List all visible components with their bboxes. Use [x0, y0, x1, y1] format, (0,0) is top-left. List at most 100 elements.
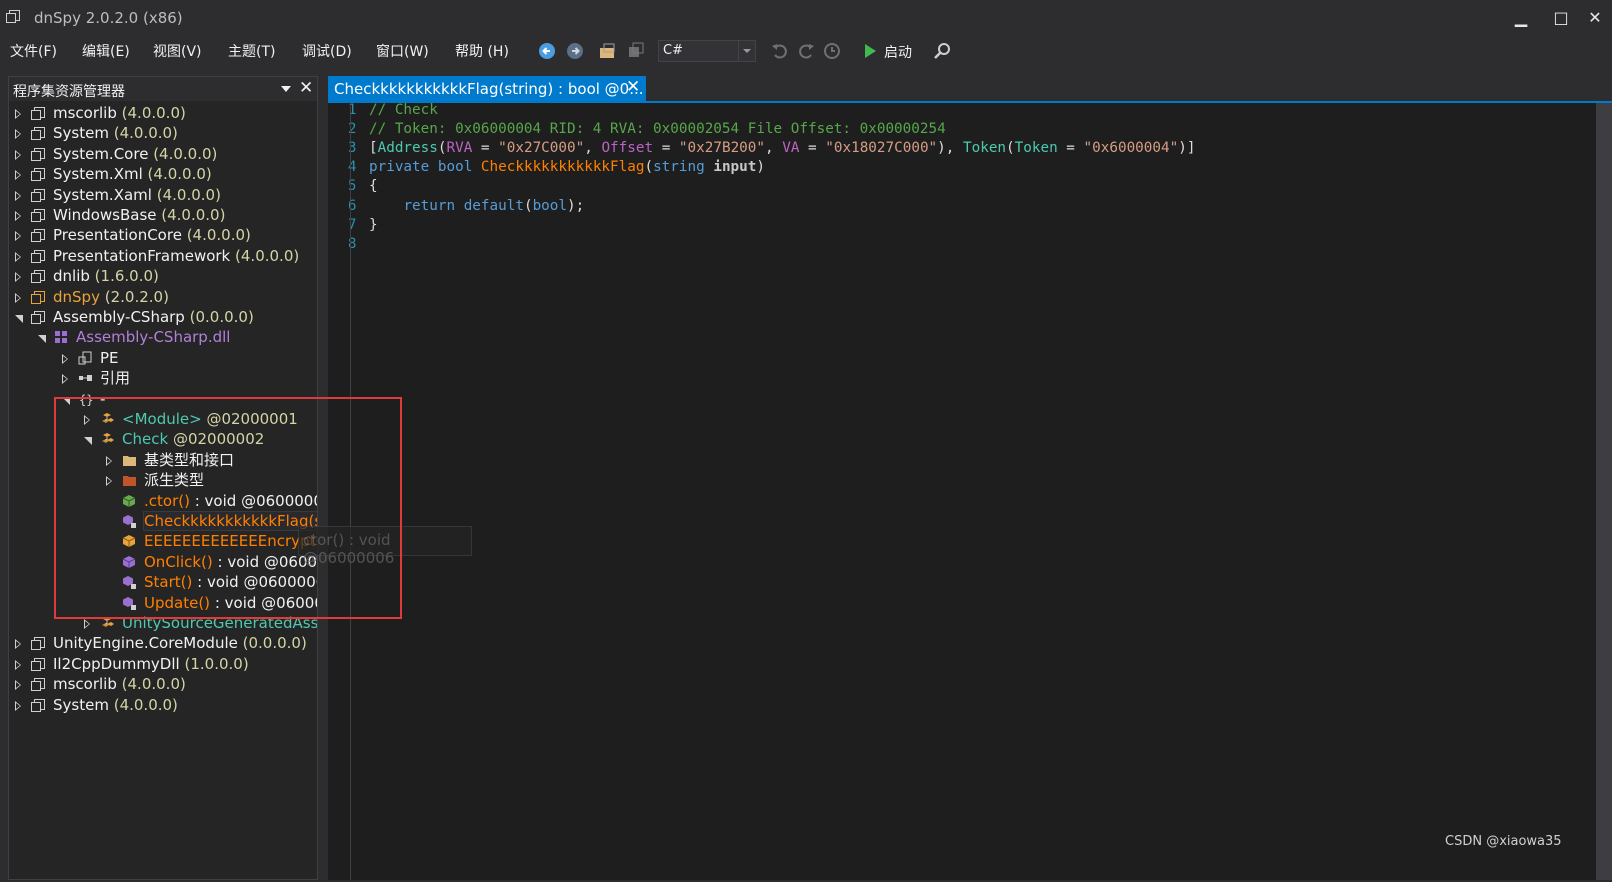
- save-all-icon[interactable]: [626, 41, 646, 61]
- code-line: }: [369, 217, 378, 233]
- chevron-down-icon[interactable]: [738, 41, 755, 61]
- collapsed-arrow-icon[interactable]: [15, 190, 21, 201]
- collapsed-arrow-icon[interactable]: [62, 374, 68, 385]
- pe-icon: [78, 351, 93, 366]
- title-bar: dnSpy 2.0.2.0 (x86) ▁ □ ✕: [0, 0, 1612, 36]
- collapsed-arrow-icon[interactable]: [62, 353, 68, 364]
- tree-node-name: Il2CppDummyDll: [53, 654, 180, 673]
- minimize-button[interactable]: ▁: [1506, 4, 1536, 32]
- tab-close-button[interactable]: ✕: [626, 77, 640, 97]
- menu-theme[interactable]: 主题(T): [228, 41, 275, 61]
- panel-close-button[interactable]: ✕: [299, 78, 313, 98]
- watermark: CSDN @xiaowa35: [1445, 834, 1562, 849]
- tree-node[interactable]: System.Core (4.0.0.0): [9, 144, 317, 165]
- tree-node-name: Assembly-CSharp: [53, 308, 185, 326]
- tree-node[interactable]: dnlib (1.6.0.0): [9, 266, 317, 287]
- collapsed-arrow-icon[interactable]: [15, 231, 21, 242]
- tree-node-name: mscorlib: [53, 675, 117, 694]
- menu-help[interactable]: 帮助 (H): [455, 41, 509, 61]
- expanded-arrow-icon[interactable]: [38, 335, 46, 344]
- tree-node[interactable]: System.Xml (4.0.0.0): [9, 164, 317, 185]
- history-icon[interactable]: [822, 41, 842, 61]
- close-button[interactable]: ✕: [1580, 4, 1610, 32]
- menu-view[interactable]: 视图(V): [153, 41, 202, 61]
- collapsed-arrow-icon[interactable]: [15, 700, 21, 711]
- collapsed-arrow-icon[interactable]: [15, 109, 21, 119]
- tree-node-name: System.Core: [53, 144, 149, 163]
- start-debug-icon[interactable]: [860, 41, 880, 61]
- start-debug-label[interactable]: 启动: [884, 42, 912, 62]
- tree-node[interactable]: PresentationCore (4.0.0.0): [9, 225, 317, 246]
- tree-node-name: System: [53, 124, 109, 143]
- asm-icon: [31, 126, 46, 141]
- tree-node-version: (1.0.0.0): [184, 654, 249, 673]
- collapsed-arrow-icon[interactable]: [15, 659, 21, 670]
- expanded-arrow-icon[interactable]: [15, 315, 23, 323]
- code-editor[interactable]: 1 2 3 4 5 6 7 8 // Check// Token: 0x0600…: [328, 102, 1612, 880]
- asm-icon: [31, 208, 46, 223]
- language-select-value: C#: [663, 43, 683, 58]
- collapsed-arrow-icon[interactable]: [15, 639, 21, 650]
- collapsed-arrow-icon[interactable]: [15, 149, 21, 160]
- collapsed-arrow-icon[interactable]: [15, 170, 21, 181]
- collapsed-arrow-icon[interactable]: [15, 251, 21, 262]
- asm-icon: [31, 677, 46, 692]
- collapsed-arrow-icon[interactable]: [15, 292, 21, 303]
- tab-label: CheckkkkkkkkkkkFlag(string) : bool @0...: [334, 80, 644, 98]
- window-title: dnSpy 2.0.2.0 (x86): [34, 9, 183, 27]
- tree-node[interactable]: PE: [9, 348, 317, 369]
- asm-icon: [31, 310, 46, 325]
- collapsed-arrow-icon[interactable]: [15, 129, 21, 140]
- tree-node-version: (4.0.0.0): [235, 246, 300, 265]
- tree-node[interactable]: dnSpy (2.0.2.0): [9, 287, 317, 308]
- tree-node[interactable]: mscorlib (4.0.0.0): [9, 674, 317, 695]
- tree-node[interactable]: mscorlib (4.0.0.0): [9, 103, 317, 124]
- tree-node-version: (4.0.0.0): [113, 695, 178, 714]
- tree-node-version: (4.0.0.0): [121, 104, 186, 122]
- tree-node[interactable]: Assembly-CSharp.dll: [9, 327, 317, 348]
- collapsed-arrow-icon[interactable]: [84, 619, 90, 629]
- collapsed-arrow-icon[interactable]: [15, 211, 21, 221]
- tab-document[interactable]: CheckkkkkkkkkkkFlag(string) : bool @0...…: [328, 76, 646, 102]
- annotation-highlight-box: [54, 397, 402, 619]
- menu-window[interactable]: 窗口(W): [376, 41, 429, 61]
- document-tab-bar: CheckkkkkkkkkkkFlag(string) : bool @0...…: [328, 76, 1612, 102]
- back-icon[interactable]: [537, 41, 557, 61]
- code-line: // Check: [369, 102, 438, 118]
- tree-node[interactable]: 引用: [9, 368, 317, 389]
- asm-icon: [31, 188, 46, 203]
- tree-node[interactable]: Assembly-CSharp (0.0.0.0): [9, 307, 317, 328]
- asm-icon: [31, 106, 46, 121]
- asm-icon: [31, 657, 46, 672]
- tree-node-name: WindowsBase: [53, 206, 157, 224]
- collapsed-arrow-icon[interactable]: [15, 272, 21, 283]
- tree-node[interactable]: WindowsBase (4.0.0.0): [9, 205, 317, 226]
- undo-icon[interactable]: [770, 41, 790, 61]
- menu-file[interactable]: 文件(F): [10, 41, 57, 61]
- tree-node[interactable]: PresentationFramework (4.0.0.0): [9, 246, 317, 267]
- panel-menu-icon[interactable]: [281, 86, 291, 92]
- redo-icon[interactable]: [796, 41, 816, 61]
- collapsed-arrow-icon[interactable]: [15, 680, 21, 691]
- search-icon[interactable]: [932, 41, 952, 61]
- tree-node-name: UnityEngine.CoreModule: [53, 634, 238, 653]
- tree-node[interactable]: System (4.0.0.0): [9, 123, 317, 144]
- open-icon[interactable]: [598, 41, 618, 61]
- asm-icon: [31, 269, 46, 284]
- tree-node-name: System.Xaml: [53, 185, 152, 204]
- language-select[interactable]: C#: [658, 40, 756, 62]
- tree-node-version: (4.0.0.0): [186, 226, 251, 245]
- asm-icon: [31, 249, 46, 264]
- tree-node-version: (4.0.0.0): [161, 206, 226, 224]
- menu-debug[interactable]: 调试(D): [302, 41, 352, 61]
- tree-node[interactable]: System (4.0.0.0): [9, 695, 317, 716]
- vertical-scrollbar[interactable]: [1596, 103, 1612, 880]
- asm-icon: [31, 698, 46, 713]
- tree-node[interactable]: UnityEngine.CoreModule (0.0.0.0): [9, 633, 317, 654]
- tree-node[interactable]: Il2CppDummyDll (1.0.0.0): [9, 654, 317, 675]
- tree-node[interactable]: System.Xaml (4.0.0.0): [9, 185, 317, 206]
- tree-node-name: PE: [100, 348, 119, 367]
- maximize-button[interactable]: □: [1546, 4, 1576, 32]
- menu-edit[interactable]: 编辑(E): [82, 41, 130, 61]
- forward-icon[interactable]: [565, 41, 585, 61]
